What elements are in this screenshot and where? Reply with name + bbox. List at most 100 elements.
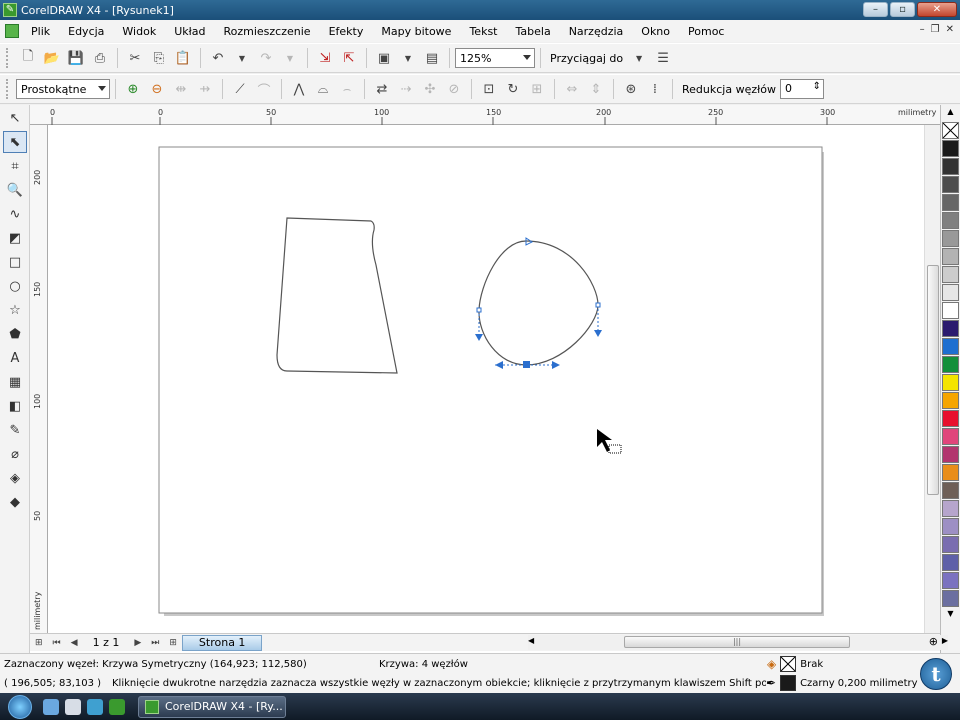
menu-plik[interactable]: Plik [31, 25, 50, 38]
reflect-horizontal-icon[interactable]: ⇔ [562, 79, 582, 99]
smart-fill-tool-icon[interactable]: ◩ [3, 227, 27, 249]
maximize-button[interactable]: ▫ [890, 2, 915, 17]
interactive-fill-tool-icon[interactable]: ◆ [3, 491, 27, 513]
outline-pen-icon[interactable]: ✒ [766, 676, 776, 690]
color-swatch[interactable] [942, 248, 959, 265]
start-button[interactable] [0, 693, 40, 720]
doc-minimize-icon[interactable]: – [920, 24, 925, 35]
stretch-nodes-icon[interactable]: ⊡ [479, 79, 499, 99]
reverse-direction-icon[interactable]: ⇄ [372, 79, 392, 99]
toolbar-grip[interactable] [6, 79, 10, 99]
zoom-tool-icon[interactable]: 🔍 [3, 179, 27, 201]
close-button[interactable]: ✕ [917, 2, 957, 17]
doc-close-icon[interactable]: ✕ [946, 24, 954, 35]
quicklaunch-app-icon[interactable] [65, 698, 81, 715]
quicklaunch-app-icon[interactable] [87, 698, 103, 715]
menu-rozmieszczenie[interactable]: Rozmieszczenie [223, 25, 310, 38]
print-icon[interactable]: ⎙ [90, 48, 110, 68]
join-nodes-icon[interactable]: ⇹ [171, 79, 191, 99]
menu-efekty[interactable]: Efekty [329, 25, 364, 38]
color-swatch[interactable] [942, 446, 959, 463]
menu-pomoc[interactable]: Pomoc [688, 25, 724, 38]
eyedropper-tool-icon[interactable]: ✎ [3, 419, 27, 441]
redo-dropdown-icon[interactable]: ▼ [280, 48, 300, 68]
color-swatch[interactable] [942, 572, 959, 589]
fill-color-box[interactable] [780, 656, 797, 672]
menu-mapy-bitowe[interactable]: Mapy bitowe [381, 25, 451, 38]
open-icon[interactable]: 📂 [42, 48, 62, 68]
outline-tool-icon[interactable]: ⌀ [3, 443, 27, 465]
snap-to-button[interactable]: Przyciągaj do [550, 52, 623, 65]
reflect-vertical-icon[interactable]: ⇕ [586, 79, 606, 99]
copy-icon[interactable]: ⎘ [149, 48, 169, 68]
auto-close-icon[interactable]: ⊘ [444, 79, 464, 99]
menu-narzedzia[interactable]: Narzędzia [569, 25, 624, 38]
welcome-screen-icon[interactable]: ▤ [422, 48, 442, 68]
spinner-arrows-icon[interactable]: ⇕ [813, 81, 821, 92]
color-swatch[interactable] [942, 212, 959, 229]
scroll-left-icon[interactable]: ◀ [528, 636, 534, 645]
save-icon[interactable]: 💾 [66, 48, 86, 68]
minimize-button[interactable]: – [863, 2, 888, 17]
tab-page-1[interactable]: Strona 1 [181, 634, 263, 651]
color-swatch[interactable] [942, 374, 959, 391]
scroll-right-icon[interactable]: ▶ [942, 636, 948, 645]
basic-shapes-tool-icon[interactable]: ⬟ [3, 323, 27, 345]
color-swatch[interactable] [942, 554, 959, 571]
menu-widok[interactable]: Widok [122, 25, 156, 38]
color-swatch[interactable] [942, 464, 959, 481]
symmetrical-node-icon[interactable]: ⌢ [337, 79, 357, 99]
previous-page-icon[interactable]: ◀ [71, 638, 78, 648]
doc-restore-icon[interactable]: ❐ [931, 24, 940, 35]
horizontal-ruler[interactable]: 0 0 50 100 150 200 250 300 milimetry [30, 105, 940, 125]
palette-scroll-down-icon[interactable]: ▼ [941, 609, 960, 621]
convert-to-curve-icon[interactable]: ⌒ [254, 79, 274, 99]
color-swatch[interactable] [942, 338, 959, 355]
table-tool-icon[interactable]: ▦ [3, 371, 27, 393]
fill-tool-icon[interactable]: ◈ [3, 467, 27, 489]
text-tool-icon[interactable]: A [3, 347, 27, 369]
smooth-node-icon[interactable]: ⌓ [313, 79, 333, 99]
ellipse-tool-icon[interactable]: ○ [3, 275, 27, 297]
rotate-nodes-icon[interactable]: ↻ [503, 79, 523, 99]
first-page-icon[interactable]: ⏮ [53, 638, 61, 648]
show-desktop-icon[interactable] [43, 698, 59, 715]
elastic-mode-icon[interactable]: ⊛ [621, 79, 641, 99]
undo-icon[interactable]: ↶ [208, 48, 228, 68]
extend-curve-icon[interactable]: ⇢ [396, 79, 416, 99]
color-swatch[interactable] [942, 230, 959, 247]
align-nodes-icon[interactable]: ⊞ [527, 79, 547, 99]
color-swatch[interactable] [942, 392, 959, 409]
pick-tool-icon[interactable]: ↖ [3, 107, 27, 129]
drawing-canvas[interactable] [48, 125, 924, 633]
select-all-nodes-icon[interactable]: ⁞ [645, 79, 665, 99]
delete-node-icon[interactable]: ⊖ [147, 79, 167, 99]
color-swatch[interactable] [942, 320, 959, 337]
node-reduction-input[interactable]: 0 ⇕ [779, 79, 824, 99]
next-page-icon[interactable]: ▶ [134, 638, 141, 648]
paste-icon[interactable]: 📋 [173, 48, 193, 68]
extract-subpath-icon[interactable]: ✣ [420, 79, 440, 99]
color-swatch[interactable] [942, 536, 959, 553]
menu-tabela[interactable]: Tabela [516, 25, 551, 38]
cut-icon[interactable]: ✂ [125, 48, 145, 68]
shape-tool-icon[interactable]: ⬉ [3, 131, 27, 153]
redo-icon[interactable]: ↷ [256, 48, 276, 68]
quicklaunch-coreldraw-icon[interactable] [109, 698, 125, 715]
rectangle-tool-icon[interactable]: □ [3, 251, 27, 273]
color-swatch[interactable] [942, 500, 959, 517]
coreldraw-app-icon[interactable]: ✎ [3, 3, 17, 17]
convert-to-line-icon[interactable]: ⟋ [230, 79, 250, 99]
options-icon[interactable]: ☰ [653, 48, 673, 68]
horizontal-scrollbar-thumb[interactable]: ||| [624, 636, 850, 648]
break-curve-icon[interactable]: ⇸ [195, 79, 215, 99]
node-selection-mode-select[interactable]: Prostokątne [16, 79, 110, 99]
color-swatch[interactable] [942, 176, 959, 193]
document-menu-icon[interactable] [5, 24, 19, 38]
color-swatch[interactable] [942, 284, 959, 301]
import-icon[interactable]: ⇲ [315, 48, 335, 68]
snap-dropdown-icon[interactable]: ▼ [629, 48, 649, 68]
menu-uklad[interactable]: Układ [174, 25, 205, 38]
zoom-navigator-icon[interactable]: ⊕ [929, 635, 938, 648]
color-swatch[interactable] [942, 518, 959, 535]
